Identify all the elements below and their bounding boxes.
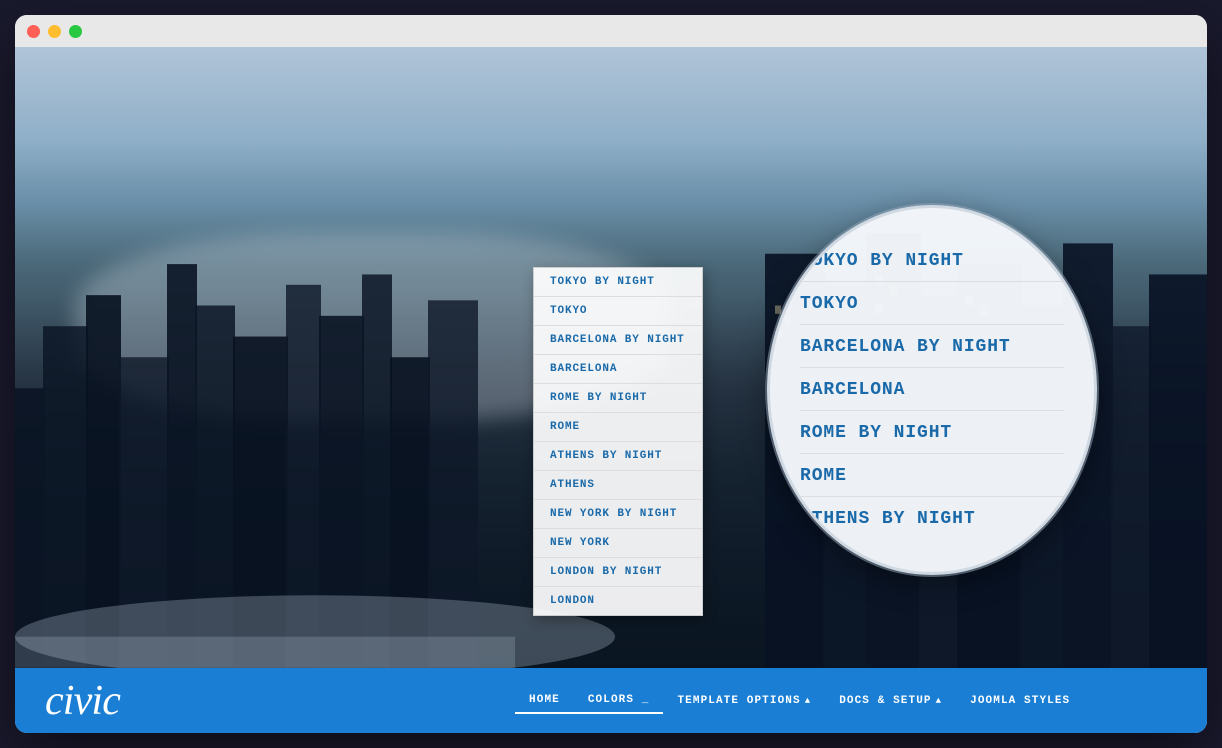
close-button[interactable] bbox=[27, 25, 40, 38]
minimize-button[interactable] bbox=[48, 25, 61, 38]
nav-item-docs-setup[interactable]: DOCS & SETUP ▲ bbox=[825, 689, 956, 713]
navbar: civic HOME COLORS _ TEMPLATE OPTIONS ▲ D… bbox=[15, 668, 1207, 733]
dropdown-item-tokyo[interactable]: TOKYO bbox=[534, 297, 702, 326]
title-bar bbox=[15, 15, 1207, 47]
magnifier-content: TOKYO BY NIGHT TOKYO BARCELONA BY NIGHT … bbox=[770, 208, 1094, 572]
main-area: TOKYO BY NIGHT TOKYO BARCELONA BY NIGHT … bbox=[15, 47, 1207, 668]
nav-item-colors[interactable]: COLORS _ bbox=[574, 688, 664, 714]
nav-item-template-options-label: TEMPLATE OPTIONS bbox=[677, 695, 800, 707]
dropdown-item-rome-night[interactable]: ROME BY NIGHT bbox=[534, 384, 702, 413]
dropdown-item-athens-night[interactable]: ATHENS BY NIGHT bbox=[534, 442, 702, 471]
docs-setup-arrow-icon: ▲ bbox=[936, 696, 943, 706]
dropdown-item-newyork-night[interactable]: NEW YORK BY NIGHT bbox=[534, 500, 702, 529]
dropdown-item-london[interactable]: LONDON bbox=[534, 587, 702, 615]
magnifier-item-0[interactable]: TOKYO BY NIGHT bbox=[800, 241, 1064, 282]
main-nav: HOME COLORS _ TEMPLATE OPTIONS ▲ DOCS & … bbox=[422, 688, 1177, 714]
template-options-arrow-icon: ▲ bbox=[805, 696, 812, 706]
magnifier-item-6[interactable]: ATHENS BY NIGHT bbox=[800, 499, 1064, 539]
magnifier-item-1[interactable]: TOKYO bbox=[800, 284, 1064, 325]
dropdown-item-rome[interactable]: ROME bbox=[534, 413, 702, 442]
dropdown-item-london-night[interactable]: LONDON BY NIGHT bbox=[534, 558, 702, 587]
dropdown-item-tokyo-night[interactable]: TOKYO BY NIGHT bbox=[534, 268, 702, 297]
browser-window: TOKYO BY NIGHT TOKYO BARCELONA BY NIGHT … bbox=[15, 15, 1207, 733]
dropdown-item-athens[interactable]: ATHENS bbox=[534, 471, 702, 500]
nav-item-home[interactable]: HOME bbox=[515, 688, 574, 714]
nav-item-docs-label: DOCS & SETUP bbox=[839, 695, 931, 707]
dropdown-item-barcelona-night[interactable]: BARCELONA BY NIGHT bbox=[534, 326, 702, 355]
magnifier-item-4[interactable]: ROME BY NIGHT bbox=[800, 413, 1064, 454]
nav-item-template-options[interactable]: TEMPLATE OPTIONS ▲ bbox=[663, 689, 825, 713]
magnifier-item-3[interactable]: BARCELONA bbox=[800, 370, 1064, 411]
dropdown-item-barcelona[interactable]: BARCELONA bbox=[534, 355, 702, 384]
maximize-button[interactable] bbox=[69, 25, 82, 38]
magnifier-item-5[interactable]: ROME bbox=[800, 456, 1064, 497]
nav-item-joomla-styles[interactable]: JOOMLA STYLES bbox=[956, 689, 1084, 713]
magnifier-circle: TOKYO BY NIGHT TOKYO BARCELONA BY NIGHT … bbox=[767, 205, 1097, 575]
browser-content: TOKYO BY NIGHT TOKYO BARCELONA BY NIGHT … bbox=[15, 47, 1207, 733]
brand-logo[interactable]: civic bbox=[45, 677, 422, 725]
dropdown-menu: TOKYO BY NIGHT TOKYO BARCELONA BY NIGHT … bbox=[533, 267, 703, 616]
magnifier-item-2[interactable]: BARCELONA BY NIGHT bbox=[800, 327, 1064, 368]
dropdown-item-newyork[interactable]: NEW YORK bbox=[534, 529, 702, 558]
